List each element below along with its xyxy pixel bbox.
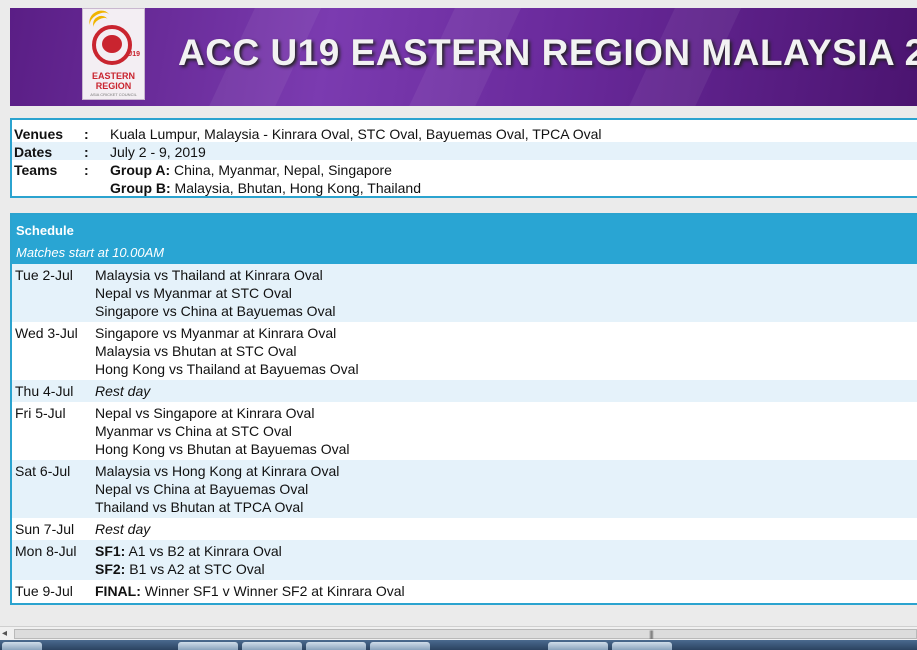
taskbar-item[interactable] <box>548 642 608 650</box>
match-text: Malaysia vs Bhutan at STC Oval <box>95 343 297 359</box>
schedule-day: Tue 9-Jul <box>15 583 73 599</box>
tournament-logo: U19 EASTERN REGION ASIA CRICKET COUNCIL <box>82 8 145 100</box>
match-line: Singapore vs Myanmar at Kinrara Oval <box>95 325 336 341</box>
teams-row: Teams : Group A: China, Myanmar, Nepal, … <box>14 162 392 178</box>
match-text: Nepal vs Myanmar at STC Oval <box>95 285 292 301</box>
match-text: Myanmar vs China at STC Oval <box>95 423 292 439</box>
grip-icon: ||| <box>649 629 654 639</box>
match-text: Singapore vs Myanmar at Kinrara Oval <box>95 325 337 341</box>
dates-row: Dates : July 2 - 9, 2019 <box>12 142 917 160</box>
match-line: Singapore vs China at Bayuemas Oval <box>95 303 335 319</box>
schedule-day: Thu 4-Jul <box>15 383 74 399</box>
venues-label: Venues <box>14 126 64 142</box>
schedule-row: Tue 2-Jul Malaysia vs Thailand at Kinrara… <box>12 264 917 322</box>
schedule-row: Fri 5-Jul Nepal vs Singapore at Kinrara O… <box>12 402 917 460</box>
venues-value: Kuala Lumpur, Malaysia - Kinrara Oval, S… <box>110 126 602 142</box>
match-line: Malaysia vs Hong Kong at Kinrara Oval <box>95 463 339 479</box>
teams-row-2: Group B: Malaysia, Bhutan, Hong Kong, Th… <box>12 178 917 196</box>
taskbar <box>0 640 917 650</box>
match-line: Thailand vs Bhutan at TPCA Oval <box>95 499 303 515</box>
schedule-day: Sun 7-Jul <box>15 521 75 537</box>
schedule-subtitle: Matches start at 10.00AM <box>16 245 165 260</box>
logo-text-eastern: EASTERN <box>91 71 135 81</box>
schedule-row: Sun 7-Jul Rest day <box>12 518 917 540</box>
schedule-row: Mon 8-Jul SF1: A1 vs B2 at Kinrara Oval SF… <box>12 540 917 580</box>
schedule-row: Wed 3-Jul Singapore vs Myanmar at Kinrara… <box>12 322 917 380</box>
match-line: SF2: B1 vs A2 at STC Oval <box>95 561 265 577</box>
schedule-day: Wed 3-Jul <box>15 325 78 341</box>
match-stage-label: SF1: <box>95 543 126 559</box>
match-text: Singapore vs China at Bayuemas Oval <box>95 303 336 319</box>
schedule-table: Schedule Matches start at 10.00AM Tue 2-… <box>10 213 917 605</box>
match-line: Hong Kong vs Thailand at Bayuemas Oval <box>95 361 359 377</box>
taskbar-item[interactable] <box>306 642 366 650</box>
match-text: Thailand vs Bhutan at TPCA Oval <box>95 499 304 515</box>
schedule-row: Sat 6-Jul Malaysia vs Hong Kong at Kinrar… <box>12 460 917 518</box>
match-line: Nepal vs Myanmar at STC Oval <box>95 285 292 301</box>
match-line: SF1: A1 vs B2 at Kinrara Oval <box>95 543 282 559</box>
match-line: Nepal vs China at Bayuemas Oval <box>95 481 308 497</box>
logo-text-region: REGION <box>95 81 132 91</box>
group-b-value: Group B: Malaysia, Bhutan, Hong Kong, Th… <box>110 180 422 196</box>
schedule-row: Tue 9-Jul FINAL: Winner SF1 v Winner SF2 … <box>12 580 917 602</box>
match-stage-label: SF2: <box>95 561 126 577</box>
match-line: FINAL: Winner SF1 v Winner SF2 at Kinrar… <box>95 583 405 599</box>
venues-row: Venues : Kuala Lumpur, Malaysia - Kinrar… <box>14 126 602 142</box>
match-text: Malaysia vs Thailand at Kinrara Oval <box>95 267 323 283</box>
schedule-day: Tue 2-Jul <box>15 267 73 283</box>
match-text: Winner SF1 v Winner SF2 at Kinrara Oval <box>140 583 405 599</box>
tournament-info-box: Venues : Kuala Lumpur, Malaysia - Kinrar… <box>10 118 917 198</box>
teams-label: Teams <box>14 162 58 178</box>
dates-label: Dates <box>14 144 53 160</box>
schedule-header: Schedule Matches start at 10.00AM <box>12 215 917 264</box>
match-text: Nepal vs Singapore at Kinrara Oval <box>95 405 315 421</box>
scroll-left-icon[interactable]: ◂ <box>2 628 7 639</box>
header-banner: U19 EASTERN REGION ASIA CRICKET COUNCIL … <box>10 8 917 106</box>
page-title: ACC U19 EASTERN REGION MALAYSIA 2019 <box>178 32 917 73</box>
schedule-day: Mon 8-Jul <box>15 543 77 559</box>
start-button[interactable] <box>2 642 42 650</box>
match-line: Malaysia vs Bhutan at STC Oval <box>95 343 297 359</box>
dates-value: July 2 - 9, 2019 <box>110 144 206 160</box>
match-text: Malaysia vs Hong Kong at Kinrara Oval <box>95 463 340 479</box>
match-line: Hong Kong vs Bhutan at Bayuemas Oval <box>95 441 349 457</box>
match-line: Rest day <box>95 521 150 537</box>
taskbar-item[interactable] <box>242 642 302 650</box>
match-text: Hong Kong vs Thailand at Bayuemas Oval <box>95 361 359 377</box>
schedule-day: Fri 5-Jul <box>15 405 66 421</box>
match-text: A1 vs B2 at Kinrara Oval <box>125 543 282 559</box>
cricket-ball-icon <box>102 35 122 53</box>
match-line: Rest day <box>95 383 150 399</box>
match-line: Malaysia vs Thailand at Kinrara Oval <box>95 267 323 283</box>
taskbar-item[interactable] <box>370 642 430 650</box>
match-stage-label: FINAL: <box>95 583 141 599</box>
schedule-day: Sat 6-Jul <box>15 463 71 479</box>
scrollbar-thumb[interactable]: ||| <box>14 629 917 639</box>
rest-day-label: Rest day <box>95 383 151 399</box>
match-line: Myanmar vs China at STC Oval <box>95 423 292 439</box>
horizontal-scrollbar[interactable]: ◂ ||| <box>0 626 917 641</box>
schedule-title: Schedule <box>16 223 74 238</box>
schedule-row: Thu 4-Jul Rest day <box>12 380 917 402</box>
match-text: Hong Kong vs Bhutan at Bayuemas Oval <box>95 441 350 457</box>
rest-day-label: Rest day <box>95 521 151 537</box>
match-line: Nepal vs Singapore at Kinrara Oval <box>95 405 314 421</box>
match-text: Nepal vs China at Bayuemas Oval <box>95 481 309 497</box>
group-a-value: Group A: China, Myanmar, Nepal, Singapor… <box>110 162 392 178</box>
taskbar-item[interactable] <box>178 642 238 650</box>
match-text: B1 vs A2 at STC Oval <box>125 561 265 577</box>
taskbar-item[interactable] <box>612 642 672 650</box>
